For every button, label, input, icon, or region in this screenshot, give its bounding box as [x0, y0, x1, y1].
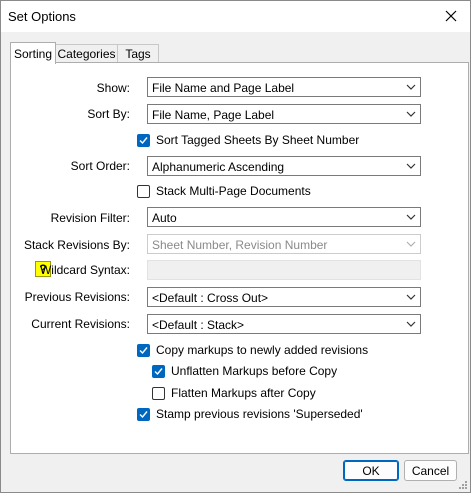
checkbox-checked-icon	[137, 407, 150, 421]
stack-revisions-value: Sheet Number, Revision Number	[152, 238, 328, 252]
sort-by-value: File Name, Page Label	[152, 108, 275, 122]
sort-tagged-label: Sort Tagged Sheets By Sheet Number	[156, 133, 360, 147]
current-revisions-label: Current Revisions:	[31, 317, 130, 331]
flatten-markups-label: Flatten Markups after Copy	[171, 386, 316, 400]
checkbox-checked-icon	[152, 364, 165, 378]
sort-by-label: Sort By:	[87, 107, 130, 121]
checkbox-checked-icon	[137, 343, 150, 357]
sort-order-value: Alphanumeric Ascending	[152, 160, 285, 174]
close-button[interactable]	[438, 5, 464, 27]
chevron-down-icon	[406, 84, 416, 90]
sort-tagged-checkbox[interactable]: Sort Tagged Sheets By Sheet Number	[137, 133, 359, 147]
show-value: File Name and Page Label	[152, 81, 295, 95]
flatten-markups-checkbox[interactable]: Flatten Markups after Copy	[152, 386, 316, 400]
stack-revisions-label: Stack Revisions By:	[23, 238, 130, 252]
chevron-down-icon	[406, 294, 416, 300]
copy-markups-label: Copy markups to newly added revisions	[156, 343, 369, 357]
chevron-down-icon	[406, 321, 416, 327]
resize-grip-icon[interactable]	[458, 480, 468, 490]
sorting-panel: Show: File Name and Page Label Sort By: …	[10, 62, 469, 454]
stamp-superseded-checkbox[interactable]: Stamp previous revisions 'Superseded'	[137, 407, 363, 421]
chevron-down-icon	[406, 241, 416, 247]
sort-order-dropdown[interactable]: Alphanumeric Ascending	[147, 156, 421, 176]
unflatten-markups-checkbox[interactable]: Unflatten Markups before Copy	[152, 364, 337, 378]
show-dropdown[interactable]: File Name and Page Label	[147, 77, 421, 97]
checkbox-checked-icon	[137, 133, 150, 147]
tab-tags[interactable]: Tags	[117, 44, 159, 63]
ok-button[interactable]: OK	[343, 460, 399, 481]
chevron-down-icon	[406, 163, 416, 169]
set-options-dialog: Set Options Sorting Categories Tags Show…	[0, 0, 471, 493]
wildcard-syntax-input	[147, 260, 421, 280]
sort-order-label: Sort Order:	[70, 159, 130, 173]
chevron-down-icon	[406, 214, 416, 220]
current-revisions-value: <Default : Stack>	[152, 318, 245, 332]
checkbox-unchecked-icon	[137, 184, 150, 198]
stack-multi-page-label: Stack Multi-Page Documents	[156, 184, 311, 198]
checkbox-unchecked-icon	[152, 386, 165, 400]
show-label: Show:	[96, 81, 130, 95]
previous-revisions-dropdown[interactable]: <Default : Cross Out>	[147, 287, 421, 307]
revision-filter-label: Revision Filter:	[50, 211, 130, 225]
revision-filter-value: Auto	[152, 211, 177, 225]
revision-filter-dropdown[interactable]: Auto	[147, 207, 421, 227]
previous-revisions-value: <Default : Cross Out>	[152, 291, 269, 305]
chevron-down-icon	[406, 111, 416, 117]
sort-by-dropdown[interactable]: File Name, Page Label	[147, 104, 421, 124]
wildcard-syntax-label: Wildcard Syntax:	[39, 263, 130, 277]
copy-markups-checkbox[interactable]: Copy markups to newly added revisions	[137, 343, 368, 357]
stack-multi-page-checkbox[interactable]: Stack Multi-Page Documents	[137, 184, 311, 198]
tab-categories[interactable]: Categories	[54, 44, 119, 63]
window-title: Set Options	[8, 9, 76, 24]
close-icon	[445, 10, 457, 22]
stack-revisions-dropdown: Sheet Number, Revision Number	[147, 234, 421, 254]
title-bar: Set Options	[1, 1, 470, 32]
tab-sorting[interactable]: Sorting	[10, 42, 56, 64]
cancel-button[interactable]: Cancel	[404, 460, 457, 481]
current-revisions-dropdown[interactable]: <Default : Stack>	[147, 314, 421, 334]
unflatten-markups-label: Unflatten Markups before Copy	[171, 364, 338, 378]
previous-revisions-label: Previous Revisions:	[24, 290, 130, 304]
stamp-superseded-label: Stamp previous revisions 'Superseded'	[156, 407, 363, 421]
